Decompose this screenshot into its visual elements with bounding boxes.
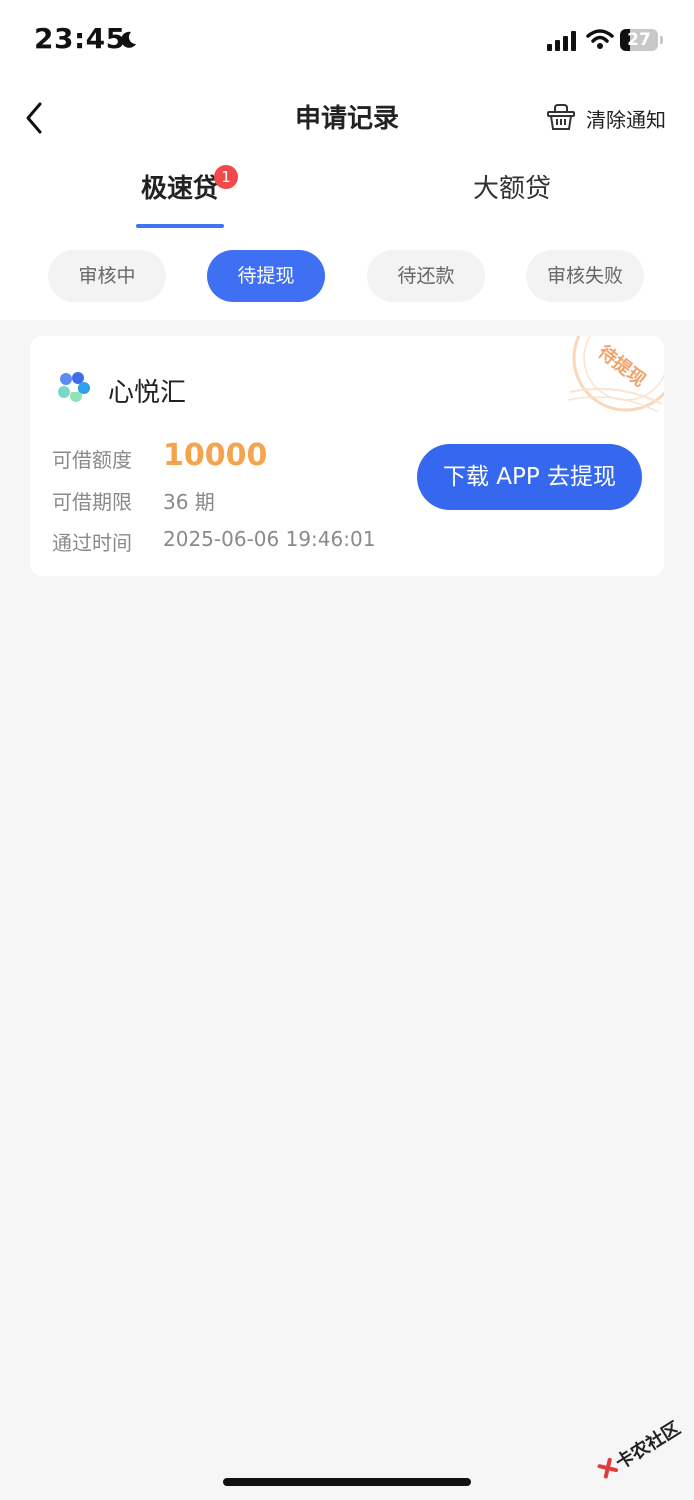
tab-dae-dai[interactable]: 大额贷	[462, 168, 562, 228]
status-time: 23:45	[34, 22, 126, 55]
battery-cap	[660, 36, 663, 44]
basket-icon	[547, 104, 575, 130]
signal-icon	[547, 31, 576, 51]
status-stamp-label: 待提现	[594, 341, 650, 392]
watermark-text: 卡农社区	[611, 1417, 684, 1474]
loan-card: 心悦汇 待提现 可借额度 10000 可借期限 36 期 通过时间 2025-0…	[30, 336, 664, 576]
clear-notifications-label: 清除通知	[586, 108, 666, 132]
brand-logo-icon	[58, 372, 90, 402]
active-tab-indicator	[136, 224, 224, 228]
limit-amount: 10000	[163, 438, 268, 473]
home-indicator[interactable]	[223, 1478, 471, 1486]
limit-label: 可借额度	[52, 448, 132, 472]
download-app-withdraw-button[interactable]: 下载 APP 去提现	[417, 444, 642, 510]
filter-pending-withdrawal[interactable]: 待提现	[207, 250, 325, 302]
filter-under-review[interactable]: 审核中	[48, 250, 166, 302]
moon-icon	[121, 31, 136, 48]
status-stamp: 待提现	[567, 336, 664, 413]
approval-time-value: 2025-06-06 19:46:01	[163, 527, 376, 551]
battery-level: 27	[627, 30, 651, 50]
brand-name: 心悦汇	[108, 378, 187, 408]
term-label: 可借期限	[52, 490, 132, 514]
filter-pending-repayment[interactable]: 待还款	[367, 250, 485, 302]
watermark-logo: 卡农社区	[597, 1417, 684, 1479]
filter-review-failed[interactable]: 审核失败	[526, 250, 644, 302]
term-value: 36 期	[163, 490, 215, 514]
tab-badge: 1	[214, 165, 238, 189]
wifi-icon	[586, 29, 614, 49]
approval-time-label: 通过时间	[52, 531, 132, 555]
battery-icon: 27	[620, 29, 658, 51]
